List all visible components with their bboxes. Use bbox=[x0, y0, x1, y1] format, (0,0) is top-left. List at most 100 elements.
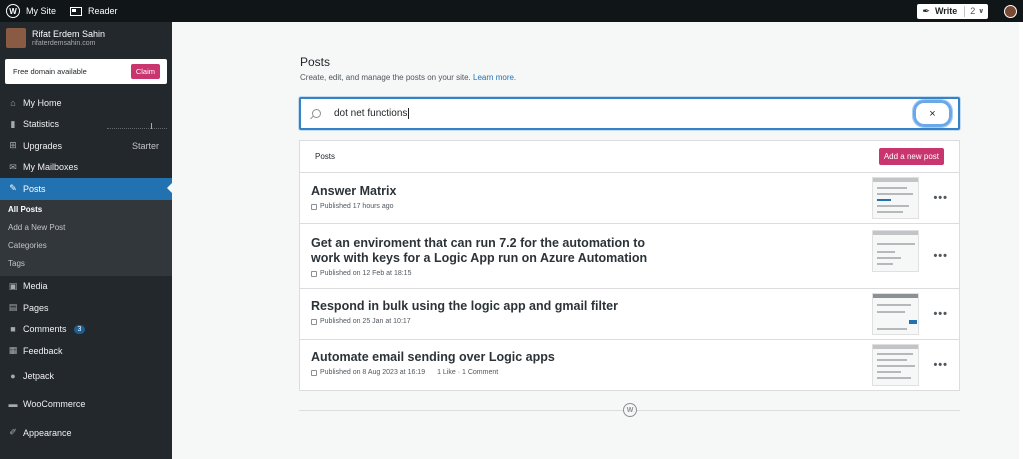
wordpress-logo-icon[interactable]: W bbox=[6, 4, 20, 18]
post-actions-menu[interactable]: ••• bbox=[933, 250, 948, 262]
reader-icon[interactable] bbox=[70, 6, 83, 16]
sidebar-item-appearance[interactable]: ✐ Appearance bbox=[0, 419, 172, 448]
profile-name: Rifat Erdem Sahin bbox=[32, 28, 106, 39]
free-domain-text: Free domain available bbox=[13, 67, 87, 76]
sidebar-item-comments[interactable]: ■ Comments 3 bbox=[0, 319, 172, 341]
sidebar-item-label: My Home bbox=[23, 97, 62, 108]
post-row[interactable]: Automate email sending over Logic apps P… bbox=[300, 340, 959, 390]
post-row[interactable]: Get an enviroment that can run 7.2 for t… bbox=[300, 224, 959, 289]
published-icon bbox=[311, 203, 317, 210]
post-actions-menu[interactable]: ••• bbox=[933, 359, 948, 371]
comments-count-badge: 3 bbox=[73, 324, 86, 334]
published-icon bbox=[311, 318, 317, 325]
pen-icon: ✒ bbox=[922, 5, 930, 16]
sidebar-item-woocommerce[interactable]: ▬ WooCommerce bbox=[0, 390, 172, 419]
mail-icon: ✉ bbox=[9, 161, 17, 172]
post-date: Published on 25 Jan at 10:17 bbox=[320, 318, 411, 325]
sidebar-item-mailboxes[interactable]: ✉ My Mailboxes bbox=[0, 157, 172, 179]
bar-chart-icon: ▮ bbox=[10, 118, 16, 129]
profile-url: rifaterdemsahin.com bbox=[32, 39, 96, 47]
post-meta: Published on 25 Jan at 10:17 bbox=[311, 318, 618, 325]
post-engagement: 1 Like · 1 Comment bbox=[437, 369, 499, 376]
jetpack-icon: ● bbox=[10, 370, 16, 381]
sidebar-item-label: Pages bbox=[23, 302, 49, 313]
sidebar-item-label: Jetpack bbox=[23, 370, 55, 381]
pages-icon: ▤ bbox=[8, 302, 18, 313]
main-content: Posts Create, edit, and manage the posts… bbox=[172, 22, 1023, 459]
sidebar-item-label: My Mailboxes bbox=[23, 162, 79, 173]
submenu-add-new-post[interactable]: Add a New Post bbox=[0, 219, 172, 237]
reader-link[interactable]: Reader bbox=[88, 6, 118, 16]
page-title: Posts bbox=[300, 55, 331, 69]
search-icon bbox=[312, 109, 321, 118]
drafts-count: 2 bbox=[970, 6, 976, 16]
submenu-tags[interactable]: Tags bbox=[0, 255, 172, 273]
post-meta: Published 17 hours ago bbox=[311, 203, 396, 210]
post-thumbnail bbox=[872, 177, 919, 219]
published-icon bbox=[311, 369, 317, 376]
sidebar-item-label: Feedback bbox=[23, 345, 63, 356]
search-bar[interactable]: dot net functions × bbox=[299, 97, 960, 130]
close-search-button[interactable]: × bbox=[913, 100, 952, 127]
post-date: Published 17 hours ago bbox=[320, 203, 394, 210]
sidebar-item-my-home[interactable]: ⌂ My Home bbox=[0, 92, 172, 114]
media-icon: ▣ bbox=[8, 280, 18, 291]
sidebar-item-upgrades[interactable]: ⊞ Upgrades Starter bbox=[0, 135, 172, 157]
page-subtitle: Create, edit, and manage the posts on yo… bbox=[300, 73, 516, 82]
submenu-all-posts[interactable]: All Posts bbox=[0, 201, 172, 219]
home-icon: ⌂ bbox=[10, 97, 16, 108]
sidebar-item-feedback[interactable]: ▦ Feedback bbox=[0, 340, 172, 362]
sidebar-item-posts[interactable]: ✎ Posts bbox=[0, 178, 172, 200]
sidebar-item-jetpack[interactable]: ● Jetpack bbox=[0, 362, 172, 391]
posts-list-header: Posts Add a new post bbox=[300, 141, 959, 173]
sidebar: Rifat Erdem Sahin rifaterdemsahin.com Fr… bbox=[0, 22, 172, 459]
comment-icon: ■ bbox=[10, 324, 16, 335]
avatar bbox=[6, 27, 26, 48]
my-site-link[interactable]: My Site bbox=[26, 6, 56, 16]
post-date: Published on 12 Feb at 18:15 bbox=[320, 270, 412, 277]
sidebar-item-statistics[interactable]: ▮ Statistics bbox=[0, 114, 172, 136]
text-caret bbox=[408, 107, 410, 119]
write-label: Write bbox=[934, 6, 958, 16]
post-thumbnail bbox=[872, 293, 919, 335]
wordpress-footer-logo-icon: W bbox=[623, 403, 637, 417]
chevron-down-icon[interactable]: ∨ bbox=[978, 7, 984, 15]
post-thumbnail bbox=[872, 344, 919, 386]
sidebar-item-label: Upgrades bbox=[23, 140, 63, 151]
sidebar-item-pages[interactable]: ▤ Pages bbox=[0, 297, 172, 319]
brush-icon: ✐ bbox=[9, 427, 17, 438]
post-title[interactable]: Answer Matrix bbox=[311, 184, 396, 199]
sidebar-item-label: Statistics bbox=[23, 119, 60, 130]
search-input[interactable]: dot net functions bbox=[334, 107, 410, 119]
post-title[interactable]: Automate email sending over Logic apps bbox=[311, 350, 555, 365]
claim-button[interactable]: Claim bbox=[130, 64, 160, 79]
posts-list: Posts Add a new post Answer Matrix Publi… bbox=[299, 140, 960, 391]
sidebar-item-label: Appearance bbox=[23, 427, 72, 438]
post-title[interactable]: Get an enviroment that can run 7.2 for t… bbox=[311, 236, 651, 266]
woo-icon: ▬ bbox=[8, 399, 18, 410]
admin-bar: W My Site Reader ✒ Write 2 ∨ bbox=[0, 0, 1023, 22]
pin-icon: ✎ bbox=[9, 183, 17, 194]
learn-more-link[interactable]: Learn more. bbox=[473, 73, 516, 82]
published-icon bbox=[311, 270, 317, 277]
sidebar-item-media[interactable]: ▣ Media bbox=[0, 276, 172, 298]
post-actions-menu[interactable]: ••• bbox=[933, 308, 948, 320]
user-avatar[interactable] bbox=[1004, 4, 1017, 18]
posts-list-title: Posts bbox=[315, 152, 336, 161]
sidebar-item-label: Media bbox=[23, 281, 48, 292]
post-actions-menu[interactable]: ••• bbox=[933, 192, 948, 204]
sidebar-item-label: WooCommerce bbox=[23, 399, 86, 410]
write-button[interactable]: ✒ Write 2 ∨ bbox=[917, 3, 988, 19]
plan-label: Starter bbox=[131, 140, 159, 151]
profile[interactable]: Rifat Erdem Sahin rifaterdemsahin.com bbox=[0, 22, 172, 53]
post-row[interactable]: Answer Matrix Published 17 hours ago ••• bbox=[300, 173, 959, 224]
add-new-post-button[interactable]: Add a new post bbox=[878, 148, 944, 165]
post-meta: Published on 8 Aug 2023 at 16:19 1 Like … bbox=[311, 369, 555, 376]
posts-submenu: All Posts Add a New Post Categories Tags bbox=[0, 199, 172, 276]
page-subtitle-text: Create, edit, and manage the posts on yo… bbox=[300, 73, 471, 82]
stats-sparkline bbox=[107, 122, 167, 129]
cart-icon: ⊞ bbox=[9, 140, 17, 151]
submenu-categories[interactable]: Categories bbox=[0, 237, 172, 255]
post-row[interactable]: Respond in bulk using the logic app and … bbox=[300, 289, 959, 340]
post-title[interactable]: Respond in bulk using the logic app and … bbox=[311, 299, 618, 314]
